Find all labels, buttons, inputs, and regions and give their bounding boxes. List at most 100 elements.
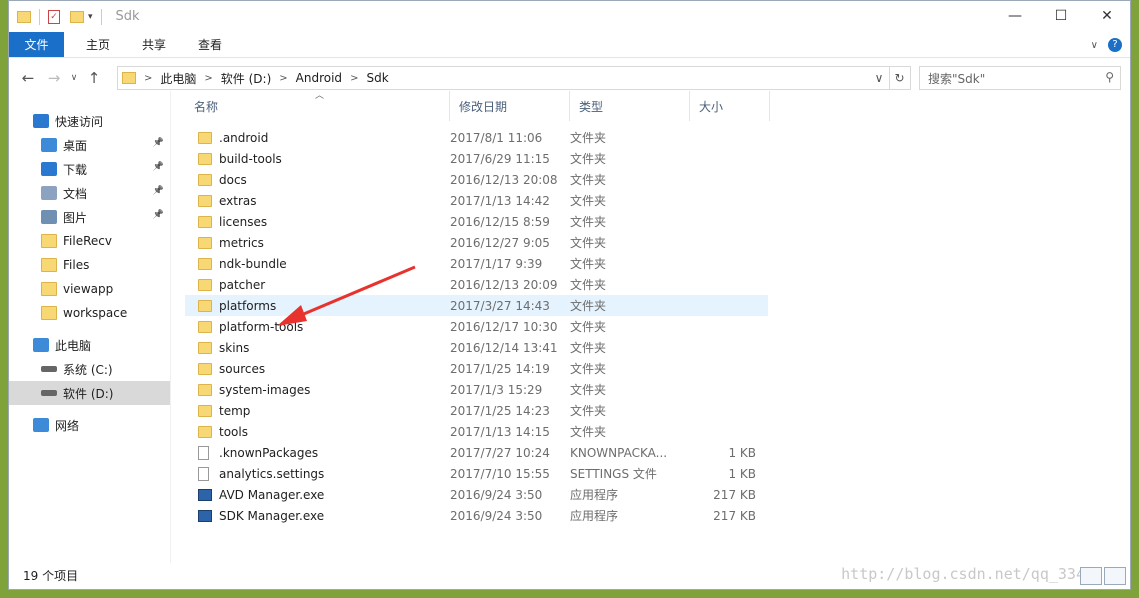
document-icon bbox=[41, 186, 57, 200]
file-row[interactable]: temp 2017/1/25 14:23 文件夹 bbox=[185, 400, 768, 421]
nav-item[interactable]: 下载 📌 bbox=[9, 157, 170, 181]
file-name: analytics.settings bbox=[219, 466, 325, 481]
file-type: 文件夹 bbox=[570, 341, 607, 355]
close-button[interactable]: ✕ bbox=[1084, 1, 1130, 31]
status-bar: 19 个项目 http://blog.csdn.net/qq_334 bbox=[9, 561, 1130, 589]
drive-icon bbox=[41, 390, 57, 396]
file-row[interactable]: tools 2017/1/13 14:15 文件夹 bbox=[185, 421, 768, 442]
file-row[interactable]: extras 2017/1/13 14:42 文件夹 bbox=[185, 190, 768, 211]
nav-item-label: 图片 bbox=[63, 210, 88, 225]
tab-share[interactable]: 共享 bbox=[126, 32, 182, 57]
ribbon-tabs: 文件 主页 共享 查看 ∨ ? bbox=[9, 32, 1130, 58]
file-row[interactable]: .knownPackages 2017/7/27 10:24 KNOWNPACKA.… bbox=[185, 442, 768, 463]
file-row[interactable]: sources 2017/1/25 14:19 文件夹 bbox=[185, 358, 768, 379]
file-row[interactable]: docs 2016/12/13 20:08 文件夹 bbox=[185, 169, 768, 190]
folder-icon bbox=[41, 258, 57, 272]
up-button[interactable]: ↑ bbox=[81, 69, 107, 87]
file-icon bbox=[198, 466, 209, 481]
file-type: 应用程序 bbox=[570, 488, 619, 502]
back-button[interactable]: ← bbox=[15, 69, 41, 87]
explorer-window: ✓ ▾ Sdk — ☐ ✕ 文件 主页 共享 查看 ∨ ? ← → ∨ ↑ > … bbox=[8, 0, 1131, 590]
column-date[interactable]: 修改日期 bbox=[450, 91, 570, 121]
nav-item[interactable]: FileRecv bbox=[9, 229, 170, 253]
nav-item[interactable]: 软件 (D:) bbox=[9, 381, 170, 405]
file-name: metrics bbox=[219, 235, 264, 250]
nav-item-label: viewapp bbox=[63, 282, 114, 296]
file-date: 2017/7/27 10:24 bbox=[450, 445, 550, 460]
breadcrumb-this-pc[interactable]: 此电脑 bbox=[160, 70, 196, 87]
file-name: AVD Manager.exe bbox=[219, 487, 325, 502]
large-icons-view-button[interactable] bbox=[1104, 567, 1126, 585]
nav-item[interactable]: 文档 📌 bbox=[9, 181, 170, 205]
new-folder-icon[interactable] bbox=[70, 10, 84, 23]
column-name[interactable]: 名称 ︿ bbox=[185, 91, 450, 121]
file-row[interactable]: analytics.settings 2017/7/10 15:55 SETTING… bbox=[185, 463, 768, 484]
search-input[interactable]: 搜索"Sdk" ⚲ bbox=[919, 66, 1121, 90]
column-size[interactable]: 大小 bbox=[690, 91, 770, 121]
file-row[interactable]: licenses 2016/12/15 8:59 文件夹 bbox=[185, 211, 768, 232]
title-bar: ✓ ▾ Sdk — ☐ ✕ bbox=[9, 1, 1130, 32]
nav-item-label: 系统 (C:) bbox=[63, 362, 113, 377]
file-row[interactable]: build-tools 2017/6/29 11:15 文件夹 bbox=[185, 148, 768, 169]
file-row[interactable]: .android 2017/8/1 11:06 文件夹 bbox=[185, 127, 768, 148]
folder-icon bbox=[41, 282, 57, 296]
nav-item[interactable]: workspace bbox=[9, 301, 170, 325]
recent-locations-button[interactable]: ∨ bbox=[67, 73, 81, 83]
file-row[interactable]: AVD Manager.exe 2016/9/24 3:50 应用程序 217 KB bbox=[185, 484, 768, 505]
pin-icon: 📌 bbox=[152, 186, 164, 196]
file-row[interactable]: SDK Manager.exe 2016/9/24 3:50 应用程序 217 KB bbox=[185, 505, 768, 526]
file-row[interactable]: metrics 2016/12/27 9:05 文件夹 bbox=[185, 232, 768, 253]
details-view-button[interactable] bbox=[1080, 567, 1102, 585]
nav-item[interactable]: Files bbox=[9, 253, 170, 277]
tab-file[interactable]: 文件 bbox=[9, 32, 64, 57]
exe-icon bbox=[198, 488, 212, 501]
column-type[interactable]: 类型 bbox=[570, 91, 690, 121]
breadcrumb-drive-d[interactable]: 软件 (D:) bbox=[221, 70, 271, 87]
folder-icon bbox=[198, 362, 212, 375]
file-row[interactable]: skins 2016/12/14 13:41 文件夹 bbox=[185, 337, 768, 358]
properties-icon[interactable]: ✓ bbox=[48, 9, 60, 24]
file-type: 文件夹 bbox=[570, 194, 607, 208]
nav-item[interactable]: 此电脑 bbox=[9, 333, 170, 357]
navigation-pane: 快速访问 桌面 📌 下载 📌 文档 📌 图片 📌 FileRecv Files viewapp work… bbox=[9, 91, 171, 563]
file-date: 2016/12/13 20:09 bbox=[450, 277, 558, 292]
file-row[interactable]: platforms 2017/3/27 14:43 文件夹 bbox=[185, 295, 768, 316]
tab-home[interactable]: 主页 bbox=[70, 32, 126, 57]
refresh-button[interactable]: ↻ bbox=[889, 66, 911, 90]
folder-icon bbox=[198, 194, 212, 207]
breadcrumb-android[interactable]: Android bbox=[296, 71, 342, 85]
file-row[interactable]: system-images 2017/1/3 15:29 文件夹 bbox=[185, 379, 768, 400]
file-row[interactable]: patcher 2016/12/13 20:09 文件夹 bbox=[185, 274, 768, 295]
file-type: 文件夹 bbox=[570, 320, 607, 334]
folder-icon bbox=[198, 215, 212, 228]
content-area: 快速访问 桌面 📌 下载 📌 文档 📌 图片 📌 FileRecv Files viewapp work… bbox=[9, 91, 1130, 563]
expand-ribbon-icon[interactable]: ∨ bbox=[1091, 40, 1098, 51]
nav-item[interactable]: 网络 bbox=[9, 413, 170, 437]
search-placeholder: 搜索"Sdk" bbox=[928, 71, 986, 86]
file-size bbox=[690, 400, 756, 421]
file-type: KNOWNPACKA... bbox=[570, 445, 668, 460]
file-size bbox=[690, 295, 756, 316]
file-row[interactable]: platform-tools 2016/12/17 10:30 文件夹 bbox=[185, 316, 768, 337]
forward-button[interactable]: → bbox=[41, 69, 67, 87]
breadcrumb-sdk[interactable]: Sdk bbox=[366, 71, 388, 85]
minimize-button[interactable]: — bbox=[992, 1, 1038, 31]
nav-item[interactable]: 快速访问 bbox=[9, 109, 170, 133]
address-bar[interactable]: > 此电脑 > 软件 (D:) > Android > Sdk ∨ bbox=[117, 66, 890, 90]
quick-access-toolbar: ✓ ▾ bbox=[9, 8, 106, 25]
folder-icon bbox=[198, 236, 212, 249]
customize-toolbar-icon[interactable]: ▾ bbox=[88, 12, 93, 22]
help-icon[interactable]: ? bbox=[1108, 38, 1122, 52]
nav-item[interactable]: viewapp bbox=[9, 277, 170, 301]
pin-icon: 📌 bbox=[152, 210, 164, 220]
tab-view[interactable]: 查看 bbox=[182, 32, 238, 57]
nav-item[interactable]: 图片 📌 bbox=[9, 205, 170, 229]
file-size: 1 KB bbox=[728, 445, 756, 460]
nav-item[interactable]: 系统 (C:) bbox=[9, 357, 170, 381]
file-name: .knownPackages bbox=[219, 445, 319, 460]
file-row[interactable]: ndk-bundle 2017/1/17 9:39 文件夹 bbox=[185, 253, 768, 274]
maximize-button[interactable]: ☐ bbox=[1038, 1, 1084, 31]
file-date: 2016/12/27 9:05 bbox=[450, 235, 550, 250]
nav-item[interactable]: 桌面 📌 bbox=[9, 133, 170, 157]
address-dropdown-icon[interactable]: ∨ bbox=[869, 67, 889, 89]
